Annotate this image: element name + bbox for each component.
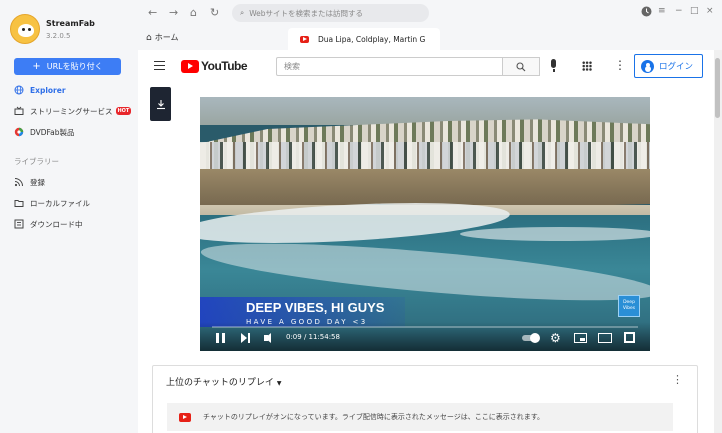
- sidebar-item-subscriptions[interactable]: 登録: [14, 175, 45, 189]
- gear-icon[interactable]: ⚙: [550, 331, 561, 345]
- video-frame-wave: [460, 227, 650, 241]
- sidebar-item-dvdfab[interactable]: DVDFab製品: [14, 125, 75, 139]
- tab-home[interactable]: ⌂ ホーム: [146, 32, 178, 43]
- microphone-icon[interactable]: [548, 59, 560, 73]
- tab-label: Dua Lipa, Coldplay, Martin G: [318, 34, 426, 44]
- hot-badge: HOT: [115, 107, 132, 115]
- chat-replay-panel: 上位のチャットのリプレイ ▼ ⋮ チャットのリプレイがオンになっています。ライブ配…: [152, 365, 698, 433]
- sidebar-item-label: ダウンロード中: [30, 219, 83, 229]
- close-icon[interactable]: ×: [706, 6, 714, 16]
- download-button[interactable]: [150, 87, 171, 121]
- sidebar-item-label: DVDFab製品: [30, 127, 75, 137]
- video-player[interactable]: DEEP VIBES, HI GUYS HAVE A GOOD DAY <3 D…: [200, 97, 650, 351]
- sidebar-item-label: ローカルファイル: [30, 198, 90, 208]
- sidebar-item-label: 登録: [30, 177, 45, 187]
- forward-icon[interactable]: →: [169, 7, 178, 19]
- plus-icon: +: [32, 61, 41, 72]
- sidebar-item-label: ストリーミングサービス: [30, 106, 113, 116]
- sidebar-item-downloading[interactable]: ダウンロード中: [14, 217, 83, 231]
- scrollbar-thumb[interactable]: [715, 58, 720, 118]
- tab-bar: ⌂ ホーム Dua Lipa, Coldplay, Martin G: [138, 28, 722, 50]
- video-progress-bar[interactable]: [212, 326, 638, 328]
- video-time: 0:09 / 11:54:58: [286, 333, 340, 341]
- rss-icon: [14, 177, 24, 187]
- download-list-icon: [14, 219, 24, 229]
- fullscreen-icon[interactable]: [624, 332, 635, 343]
- web-content: YouTube 検索 ⋮ ログイン DEEP VIBES, HI GUYS HA…: [138, 50, 722, 433]
- address-bar[interactable]: ⌕ Webサイトを検索または訪問する: [232, 4, 429, 22]
- youtube-search-button[interactable]: [503, 57, 540, 76]
- folder-icon: [14, 198, 24, 208]
- search-icon: ⌕: [240, 8, 245, 17]
- sidebar-item-streaming[interactable]: ストリーミングサービス HOT: [14, 104, 132, 118]
- hamburger-menu-icon[interactable]: [154, 61, 165, 70]
- miniplayer-icon[interactable]: [574, 333, 587, 343]
- sidebar: StreamFab 3.2.0.5 + URLを貼り付く Explorer スト…: [0, 0, 138, 433]
- globe-icon: [14, 85, 24, 95]
- chat-replay-message: チャットのリプレイがオンになっています。ライブ配信時に表示されたメッセージは、こ…: [167, 403, 673, 431]
- tab-label: ホーム: [154, 33, 179, 42]
- more-vertical-icon[interactable]: ⋮: [614, 58, 626, 72]
- youtube-logo[interactable]: YouTube: [181, 59, 248, 73]
- youtube-search-input[interactable]: 検索: [276, 57, 503, 76]
- theater-mode-icon[interactable]: [598, 333, 612, 343]
- paste-url-button[interactable]: + URLを貼り付く: [14, 58, 121, 75]
- minimize-icon[interactable]: −: [675, 6, 683, 16]
- page-scrollbar[interactable]: [714, 50, 722, 433]
- app-version: 3.2.0.5: [46, 31, 71, 40]
- pause-icon[interactable]: [216, 333, 225, 343]
- autoplay-toggle[interactable]: [522, 333, 540, 343]
- video-overlay-title: DEEP VIBES, HI GUYS: [246, 300, 385, 315]
- youtube-header: YouTube 検索 ⋮ ログイン: [138, 50, 722, 85]
- apps-grid-icon[interactable]: [582, 61, 592, 71]
- caret-down-icon: ▼: [276, 380, 282, 387]
- sidebar-item-local-files[interactable]: ローカルファイル: [14, 196, 90, 210]
- video-frame-sky: [200, 97, 650, 125]
- volume-icon[interactable]: [264, 333, 276, 343]
- next-icon[interactable]: [241, 333, 250, 343]
- chat-replay-dropdown[interactable]: 上位のチャットのリプレイ ▼: [166, 375, 282, 388]
- tab-video[interactable]: Dua Lipa, Coldplay, Martin G: [288, 28, 440, 50]
- home-icon[interactable]: ⌂: [190, 7, 197, 19]
- sidebar-item-label: Explorer: [30, 85, 66, 95]
- more-vertical-icon[interactable]: ⋮: [672, 373, 683, 386]
- brand: StreamFab 3.2.0.5: [10, 14, 95, 44]
- history-icon[interactable]: [641, 6, 652, 20]
- paste-url-label: URLを貼り付く: [46, 62, 103, 71]
- login-label: ログイン: [659, 62, 694, 72]
- login-button[interactable]: ログイン: [634, 54, 703, 78]
- streaming-icon: [14, 106, 24, 116]
- search-icon: [516, 61, 526, 71]
- streamfab-logo: [10, 14, 40, 44]
- youtube-play-icon: [181, 59, 199, 73]
- chat-replay-title: 上位のチャットのリプレイ: [166, 378, 274, 388]
- chat-message-text: チャットのリプレイがオンになっています。ライブ配信時に表示されたメッセージは、こ…: [203, 413, 545, 421]
- download-icon: [156, 99, 165, 109]
- menu-icon[interactable]: ≡: [658, 6, 666, 16]
- channel-watermark[interactable]: Deep Vibes: [618, 295, 640, 317]
- youtube-logo-text: YouTube: [201, 59, 248, 73]
- app-name: StreamFab: [46, 18, 95, 28]
- search-placeholder: 検索: [284, 62, 300, 71]
- library-section-title: ライブラリー: [14, 157, 59, 166]
- dvdfab-icon: [14, 127, 24, 137]
- account-icon: [641, 59, 654, 73]
- reload-icon[interactable]: ↻: [210, 7, 219, 19]
- back-icon[interactable]: ←: [148, 7, 157, 19]
- address-placeholder: Webサイトを検索または訪問する: [249, 8, 364, 18]
- youtube-favicon-icon: [300, 35, 309, 43]
- browser-toolbar: ← → ⌂ ↻ ⌕ Webサイトを検索または訪問する ≡ − □ ×: [138, 0, 722, 28]
- maximize-icon[interactable]: □: [690, 6, 699, 16]
- youtube-icon: [179, 412, 191, 422]
- sidebar-item-explorer[interactable]: Explorer: [14, 83, 66, 97]
- home-icon: ⌂: [146, 32, 152, 43]
